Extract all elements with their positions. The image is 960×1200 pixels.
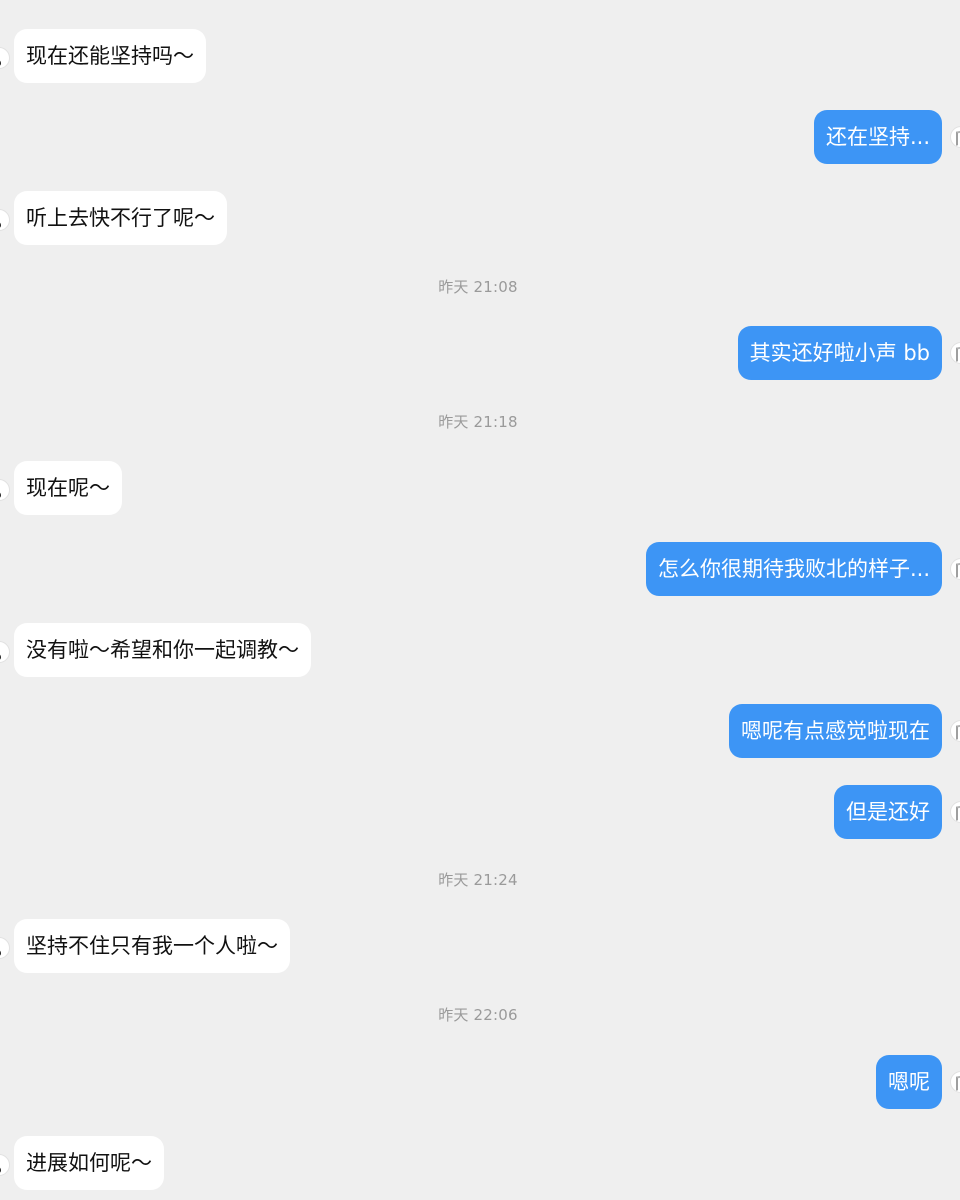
message-outgoing: 其实还好啦小声 bb [0,326,960,380]
message-timestamp: 昨天 21:18 [438,413,518,431]
outgoing-message-bubble[interactable]: 嗯呢有点感觉啦现在 [729,704,942,758]
outgoing-message-bubble[interactable]: 嗯呢 [876,1055,942,1109]
user-avatar-icon[interactable] [950,342,960,364]
incoming-message-bubble[interactable]: 听上去快不行了呢～ [14,191,227,245]
message-outgoing: 怎么你很期待我败北的样子... [0,542,960,596]
user-avatar-icon[interactable] [950,558,960,580]
user-avatar-icon[interactable] [950,1071,960,1093]
outgoing-message-bubble[interactable]: 怎么你很期待我败北的样子... [645,542,942,596]
contact-avatar-icon[interactable] [0,641,10,663]
message-incoming: 现在呢～ [0,461,960,515]
user-avatar-icon[interactable] [950,126,960,148]
message-incoming: 没有啦～希望和你一起调教～ [0,623,960,677]
message-incoming: 现在还能坚持吗～ [0,29,960,83]
message-incoming: 听上去快不行了呢～ [0,191,960,245]
outgoing-message-bubble[interactable]: 但是还好 [834,785,942,839]
incoming-message-bubble[interactable]: 现在还能坚持吗～ [14,29,206,83]
outgoing-message-bubble[interactable]: 还在坚持... [813,110,942,164]
contact-avatar-icon[interactable] [0,47,10,69]
message-outgoing: 嗯呢有点感觉啦现在 [0,704,960,758]
outgoing-message-bubble[interactable]: 其实还好啦小声 bb [737,326,942,380]
message-timestamp: 昨天 21:08 [438,278,518,296]
message-incoming: 进展如何呢～ [0,1136,960,1190]
message-incoming: 坚持不住只有我一个人啦～ [0,919,960,973]
contact-avatar-icon[interactable] [0,937,10,959]
incoming-message-bubble[interactable]: 进展如何呢～ [14,1136,164,1190]
message-timestamp: 昨天 21:24 [438,871,518,889]
message-outgoing: 还在坚持... [0,110,960,164]
contact-avatar-icon[interactable] [0,1154,10,1176]
incoming-message-bubble[interactable]: 坚持不住只有我一个人啦～ [14,919,290,973]
message-outgoing: 但是还好 [0,785,960,839]
user-avatar-icon[interactable] [950,720,960,742]
incoming-message-bubble[interactable]: 没有啦～希望和你一起调教～ [14,623,311,677]
contact-avatar-icon[interactable] [0,209,10,231]
contact-avatar-icon[interactable] [0,479,10,501]
user-avatar-icon[interactable] [950,801,960,823]
message-outgoing: 嗯呢 [0,1055,960,1109]
message-timestamp: 昨天 22:06 [438,1006,518,1024]
incoming-message-bubble[interactable]: 现在呢～ [14,461,122,515]
